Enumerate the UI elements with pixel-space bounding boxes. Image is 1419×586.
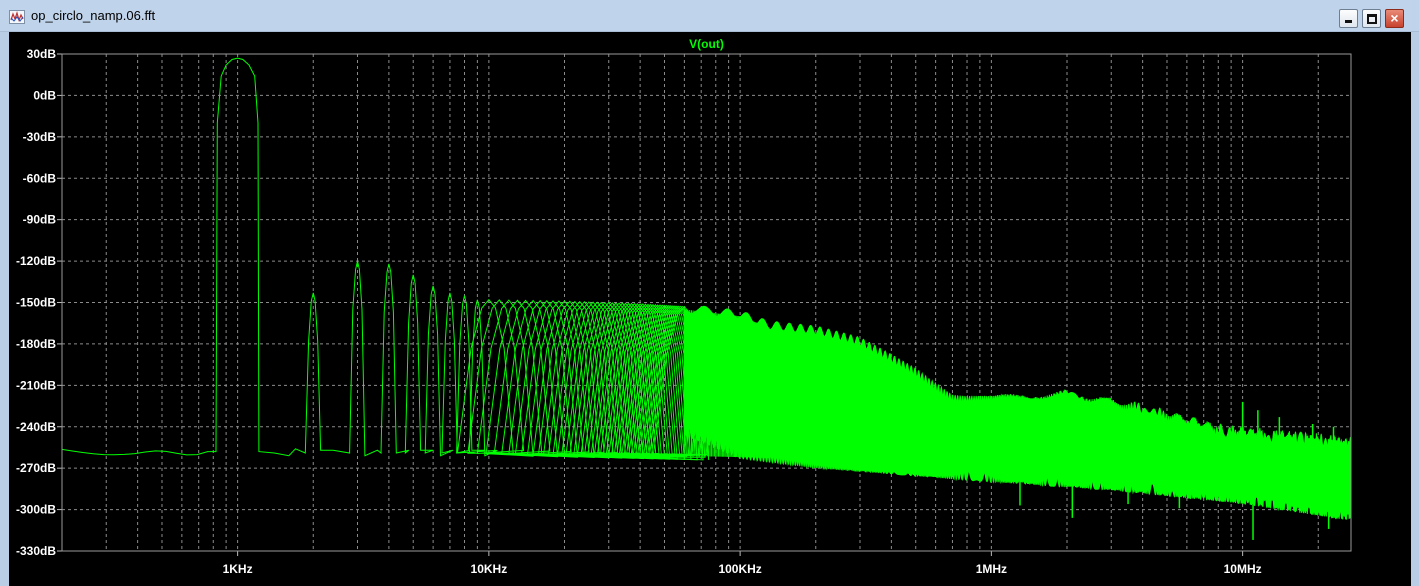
maximize-button[interactable] [1362, 9, 1381, 28]
y-tick-label: -150dB [16, 296, 56, 310]
x-tick-label: 1KHz [223, 562, 253, 576]
minimize-button[interactable] [1339, 9, 1358, 28]
x-axis-ticks: 1KHz 10KHz 100KHz 1MHz 10MHz [223, 551, 1262, 576]
window-title: op_circlo_namp.06.fft [31, 8, 156, 23]
y-tick-label: -180dB [16, 337, 56, 351]
y-tick-label: -270dB [16, 461, 56, 475]
y-axis-ticks: 30dB 0dB -30dB -60dB -90dB -120dB -150dB -180dB… [16, 47, 62, 558]
close-button[interactable]: × [1385, 9, 1404, 28]
noise-band-area [683, 305, 1352, 520]
waveform-icon [9, 10, 25, 24]
x-tick-label: 10KHz [471, 562, 508, 576]
y-tick-label: -300dB [16, 503, 56, 517]
close-icon: × [1390, 10, 1399, 26]
y-tick-label: -90dB [23, 213, 57, 227]
trace-harmonics [61, 57, 710, 461]
fft-chart[interactable]: 30dB 0dB -30dB -60dB -90dB -120dB -150dB -180dB… [9, 32, 1411, 586]
y-tick-label: 30dB [27, 47, 57, 61]
window-titlebar[interactable]: op_circlo_namp.06.fft × [0, 0, 1419, 32]
y-tick-label: -30dB [23, 130, 57, 144]
noise-band [683, 305, 1352, 540]
x-tick-label: 10MHz [1224, 562, 1262, 576]
chart-title: V(out) [689, 37, 724, 51]
y-tick-label: -330dB [16, 544, 56, 558]
trace-v-out[interactable] [61, 57, 710, 461]
y-tick-label: -240dB [16, 420, 56, 434]
x-tick-label: 1MHz [976, 562, 1007, 576]
y-tick-label: -120dB [16, 254, 56, 268]
waveform-plot-panel[interactable]: 30dB 0dB -30dB -60dB -90dB -120dB -150dB -180dB… [9, 32, 1411, 586]
y-tick-label: -60dB [23, 171, 57, 185]
y-tick-label: -210dB [16, 378, 56, 392]
x-tick-label: 100KHz [718, 562, 761, 576]
y-tick-label: 0dB [33, 88, 56, 102]
